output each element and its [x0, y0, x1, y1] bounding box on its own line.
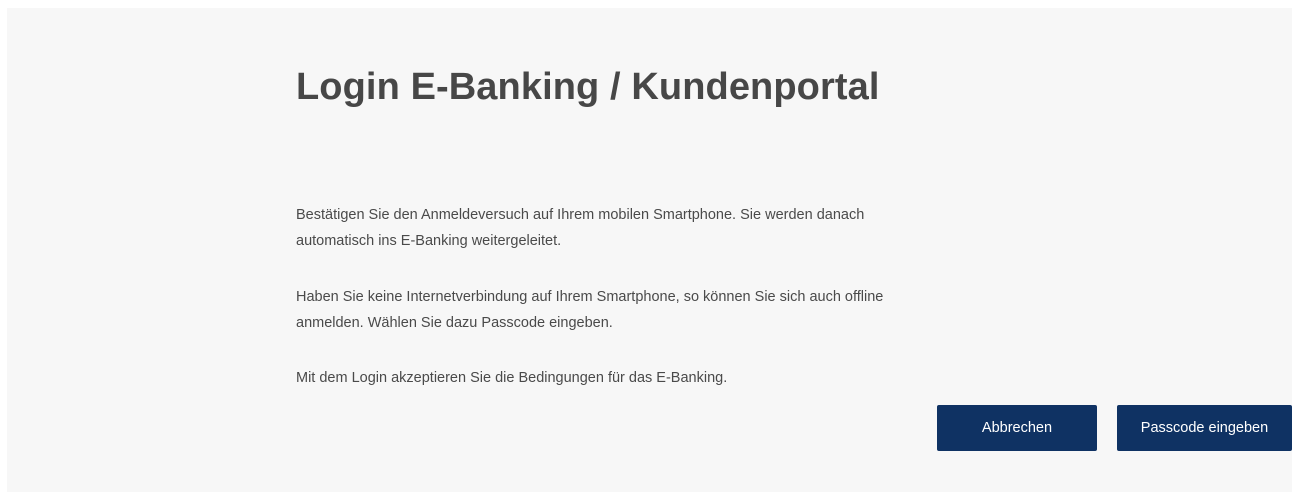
confirm-instructions: Bestätigen Sie den Anmeldeversuch auf Ih…: [296, 202, 936, 254]
offline-instructions-line2: anmelden. Wählen Sie dazu Passcode einge…: [296, 315, 613, 331]
offline-instructions-line1: Haben Sie keine Internetverbindung auf I…: [296, 289, 884, 305]
confirm-instructions-line1: Bestätigen Sie den Anmeldeversuch auf Ih…: [296, 207, 865, 223]
terms-notice: Mit dem Login akzeptieren Sie die Beding…: [296, 370, 728, 386]
enter-passcode-button[interactable]: Passcode eingeben: [1117, 405, 1292, 451]
confirm-instructions-line2: automatisch ins E-Banking weitergeleitet…: [296, 233, 562, 249]
login-panel: Login E-Banking / Kundenportal Bestätige…: [7, 8, 1292, 492]
cancel-button[interactable]: Abbrechen: [937, 405, 1097, 451]
page-title: Login E-Banking / Kundenportal: [296, 66, 880, 108]
offline-instructions: Haben Sie keine Internetverbindung auf I…: [296, 284, 976, 336]
